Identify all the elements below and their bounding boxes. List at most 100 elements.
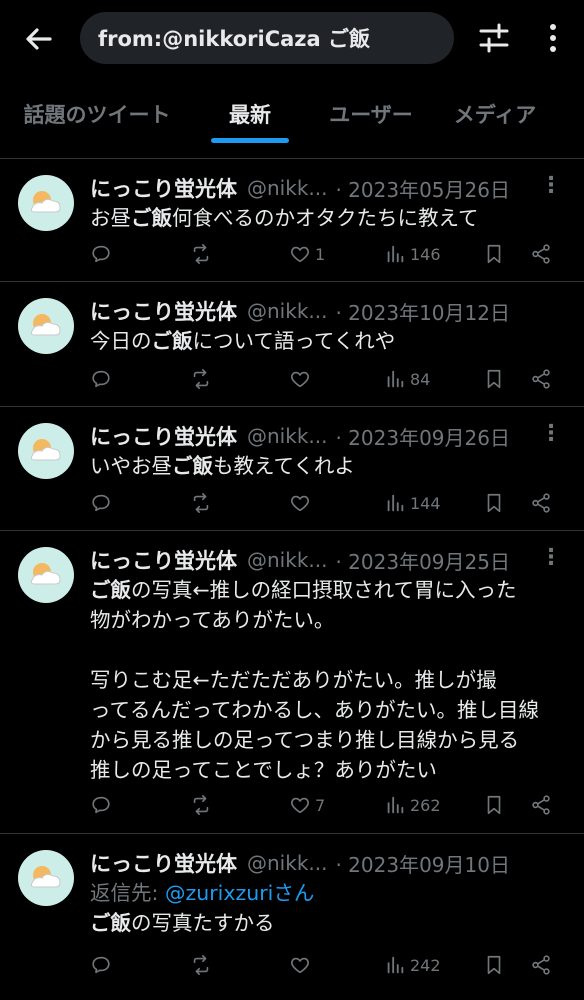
text-segment: について語ってくれや [192, 329, 396, 353]
text-segment: お昼 [90, 206, 131, 230]
views-button[interactable]: 84 [384, 364, 430, 394]
avatar[interactable] [18, 547, 74, 603]
user-handle[interactable]: @nikk... [247, 548, 327, 572]
like-count: 7 [315, 795, 326, 815]
tweet-menu-icon[interactable]: ⋮ [540, 173, 562, 198]
share-button[interactable] [530, 364, 552, 394]
reply-button[interactable] [90, 790, 112, 820]
retweet-button[interactable] [190, 950, 212, 980]
bookmark-icon [487, 244, 501, 264]
tweet-menu-icon[interactable]: ⋮ [540, 421, 562, 446]
tab-users[interactable]: ユーザー [316, 84, 426, 144]
back-arrow-icon[interactable] [22, 22, 56, 56]
retweet-button[interactable] [190, 790, 212, 820]
highlight-term: ご飯 [172, 454, 213, 478]
text-segment: の写真たすかる [131, 911, 275, 935]
like-button[interactable] [289, 488, 311, 518]
retweet-button[interactable] [190, 488, 212, 518]
user-handle[interactable]: @nikk... [247, 424, 327, 448]
retweet-icon [193, 493, 209, 513]
user-name[interactable]: にっこり蛍光体 [90, 173, 237, 203]
views-button[interactable]: 144 [384, 488, 441, 518]
user-handle[interactable]: @nikk... [247, 176, 327, 200]
like-button[interactable]: 1 [289, 239, 325, 269]
bookmark-button[interactable] [483, 488, 505, 518]
bookmark-icon [487, 369, 501, 389]
heart-icon [291, 957, 309, 974]
reply-button[interactable] [90, 488, 112, 518]
user-handle[interactable]: @nikk... [247, 299, 327, 323]
avatar[interactable] [18, 423, 74, 479]
tweet-header: にっこり蛍光体 @nikk... · 2023年09月26日 [90, 419, 570, 453]
highlight-term: ご飯 [90, 578, 131, 602]
tweet-card[interactable]: にっこり蛍光体 @nikk... · 2023年10月12日 今日のご飯について… [0, 282, 584, 407]
tweet-text: 今日のご飯について語ってくれや [90, 326, 570, 356]
text-line: ってるんだってわかるし、ありがたい。推し目線 [90, 698, 539, 722]
sliders-icon[interactable] [476, 20, 512, 56]
tweet-card[interactable]: にっこり蛍光体 @nikk... · 2023年09月26日 ⋮ いやお昼ご飯も… [0, 407, 584, 531]
tweet-card[interactable]: にっこり蛍光体 @nikk... · 2023年09月25日 ⋮ ご飯の写真←推… [0, 531, 584, 834]
reply-button[interactable] [90, 239, 112, 269]
mention-link[interactable]: @zurixzuriさん [165, 881, 314, 905]
search-query-text: from:@nikkoriCaza ご飯 [98, 27, 370, 51]
like-button[interactable] [289, 950, 311, 980]
user-name[interactable]: にっこり蛍光体 [90, 296, 237, 326]
text-line: から見る推しの足ってつまり推し目線から見る [90, 728, 520, 752]
like-button[interactable]: 7 [289, 790, 325, 820]
user-name[interactable]: にっこり蛍光体 [90, 421, 237, 451]
share-button[interactable] [530, 239, 552, 269]
tweet-date[interactable]: · 2023年09月26日 [335, 422, 510, 451]
bookmark-button[interactable] [483, 239, 505, 269]
top-bar: from:@nikkoriCaza ご飯 [0, 0, 584, 80]
tweet-card[interactable]: にっこり蛍光体 @nikk... · 2023年05月26日 ⋮ お昼ご飯何食べ… [0, 159, 584, 282]
share-button[interactable] [530, 488, 552, 518]
user-name[interactable]: にっこり蛍光体 [90, 545, 237, 575]
share-button[interactable] [530, 950, 552, 980]
tweet-date[interactable]: · 2023年09月10日 [335, 849, 510, 878]
tab-top[interactable]: 話題のツイート [12, 84, 182, 144]
reply-button[interactable] [90, 950, 112, 980]
bar-chart-icon [387, 956, 404, 974]
highlight-term: ご飯 [131, 206, 172, 230]
share-icon [532, 244, 550, 264]
share-button[interactable] [530, 790, 552, 820]
bar-chart-icon [387, 494, 404, 512]
bookmark-button[interactable] [483, 950, 505, 980]
tweet-actions: 144 [0, 488, 584, 518]
view-count: 84 [410, 369, 431, 389]
bookmark-button[interactable] [483, 364, 505, 394]
tweet-date[interactable]: · 2023年05月26日 [335, 174, 510, 203]
vertical-dots-icon[interactable] [540, 20, 566, 56]
tweet-actions: 7 262 [0, 790, 584, 820]
text-segment: 何食べるのかオタクたちに教えて [172, 206, 479, 230]
reply-button[interactable] [90, 364, 112, 394]
user-name[interactable]: にっこり蛍光体 [90, 848, 237, 878]
tweet-menu-icon[interactable]: ⋮ [540, 545, 562, 570]
share-icon [532, 369, 550, 389]
retweet-icon [193, 369, 209, 389]
avatar[interactable] [18, 850, 74, 906]
tweet-text: いやお昼ご飯も教えてくれよ [90, 451, 570, 481]
avatar[interactable] [18, 298, 74, 354]
view-count: 242 [410, 955, 441, 975]
like-button[interactable] [289, 364, 311, 394]
views-button[interactable]: 242 [384, 950, 441, 980]
speech-bubble-icon [92, 494, 110, 512]
tab-media[interactable]: メディア [440, 84, 550, 144]
retweet-button[interactable] [190, 364, 212, 394]
avatar[interactable] [18, 175, 74, 231]
views-button[interactable]: 146 [384, 239, 441, 269]
tweet-date[interactable]: · 2023年09月25日 [335, 546, 510, 575]
tab-latest[interactable]: 最新 [200, 84, 300, 144]
retweet-icon [193, 244, 209, 264]
tweet-actions: 84 [0, 364, 584, 394]
bar-chart-icon [387, 796, 404, 814]
user-handle[interactable]: @nikk... [247, 851, 327, 875]
tweet-date[interactable]: · 2023年10月12日 [335, 297, 510, 326]
bookmark-button[interactable] [483, 790, 505, 820]
retweet-button[interactable] [190, 239, 212, 269]
tweet-card[interactable]: にっこり蛍光体 @nikk... · 2023年09月10日 返信先: @zur… [0, 834, 584, 1000]
search-input[interactable]: from:@nikkoriCaza ご飯 [80, 12, 454, 64]
speech-bubble-icon [92, 370, 110, 388]
views-button[interactable]: 262 [384, 790, 441, 820]
